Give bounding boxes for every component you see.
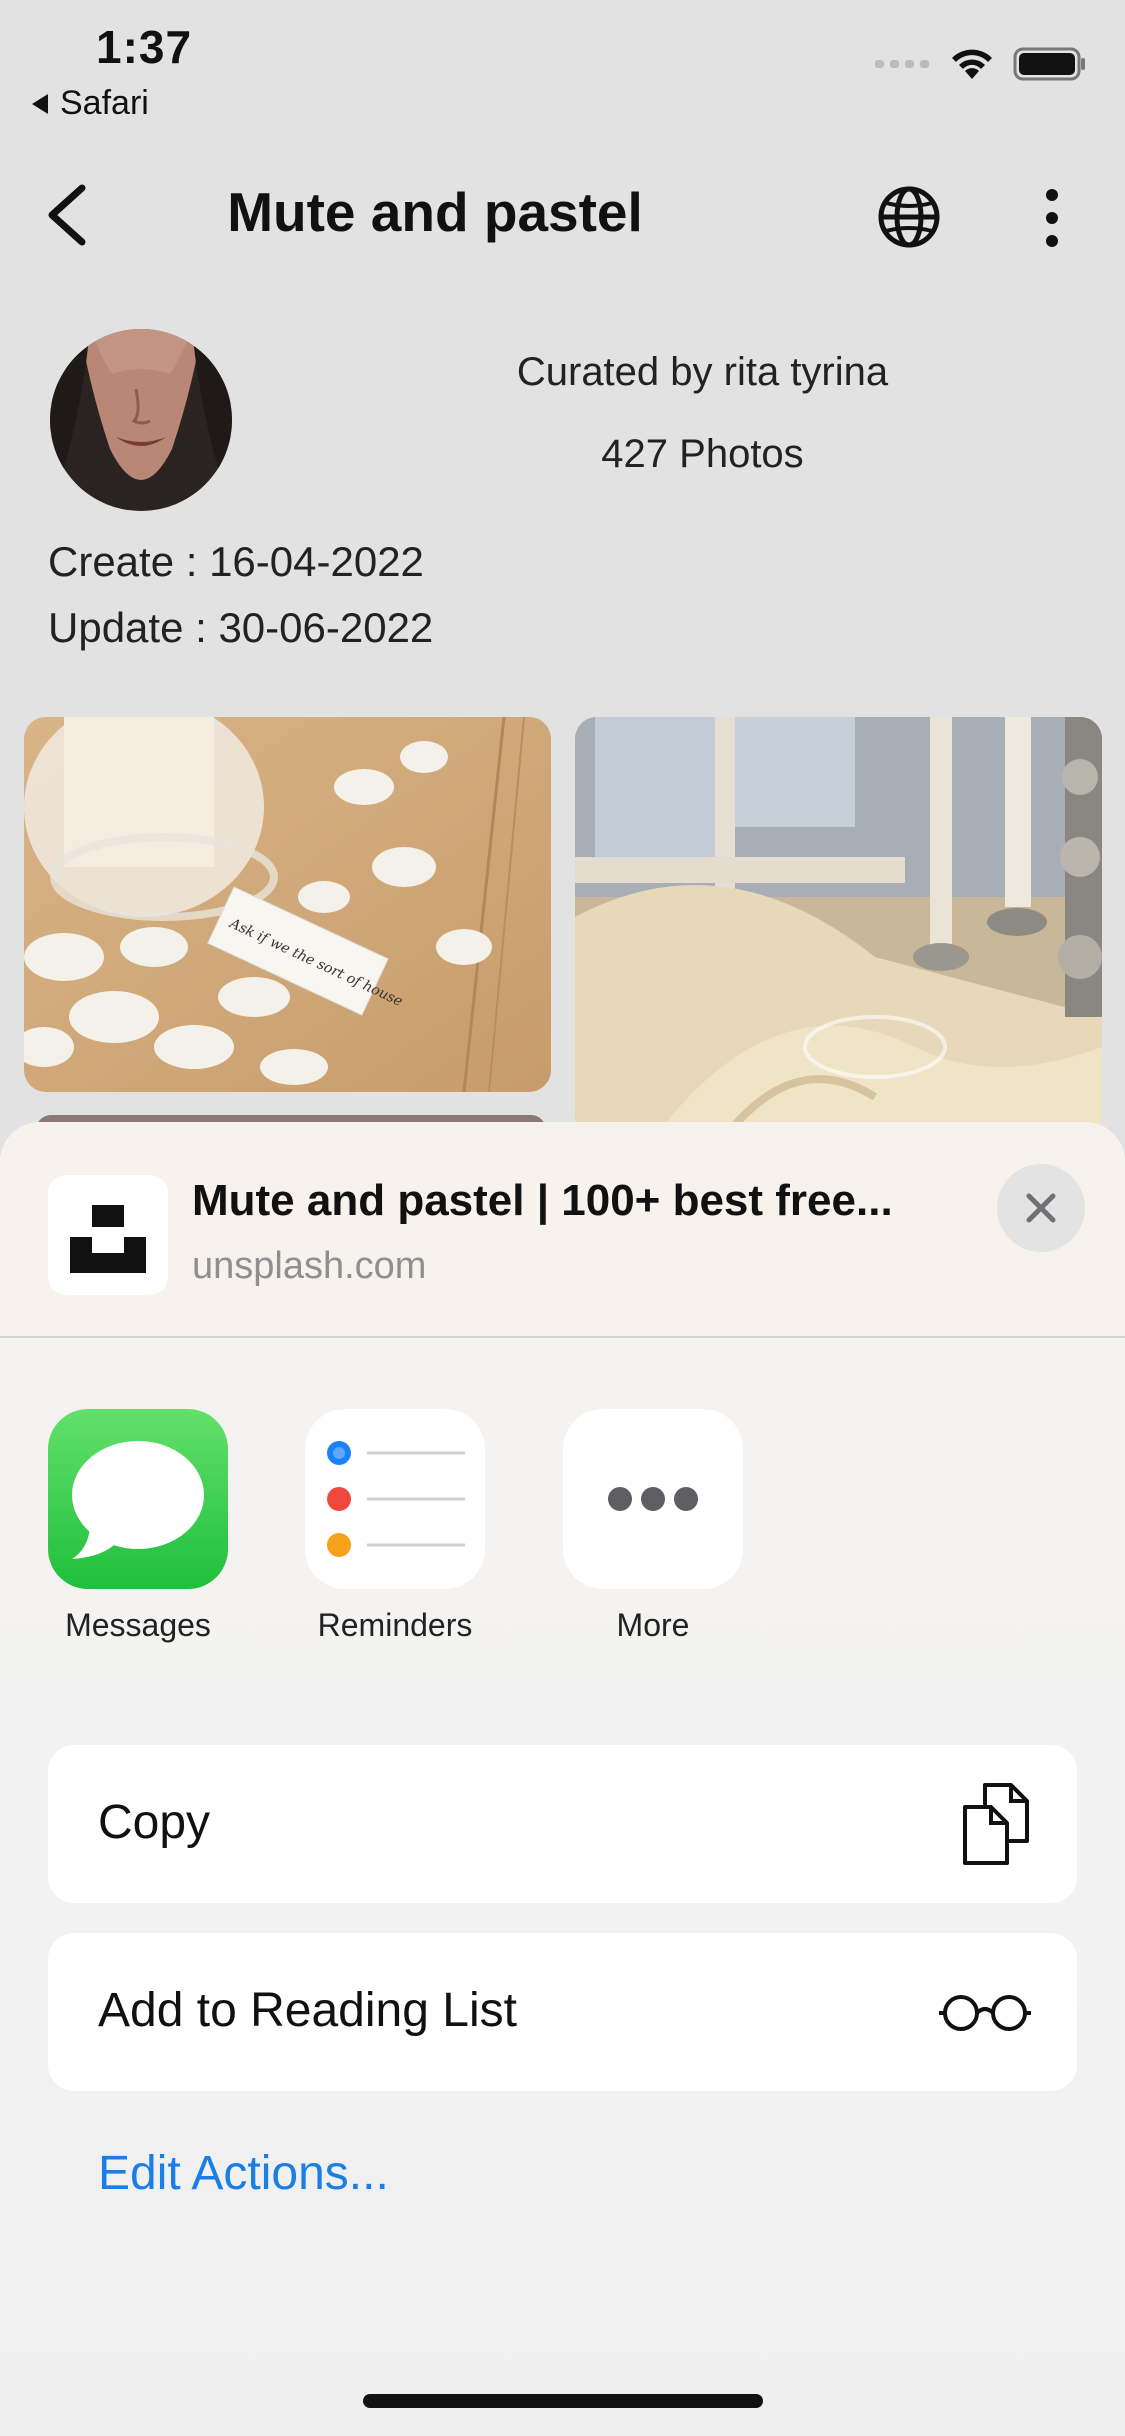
reading-list-label: Add to Reading List (98, 1984, 517, 2037)
status-icons (875, 46, 1087, 82)
close-button[interactable] (997, 1164, 1085, 1252)
edit-actions-link[interactable]: Edit Actions... (98, 2146, 389, 2201)
reminders-icon (327, 1441, 465, 1557)
photo-candelabra[interactable] (575, 717, 1102, 1137)
add-to-reading-list-action[interactable]: Add to Reading List (48, 1933, 1077, 2091)
divider (0, 1336, 1125, 1338)
wifi-icon (952, 49, 992, 79)
back-to-app-link[interactable]: Safari (30, 84, 149, 123)
avatar[interactable] (50, 329, 232, 511)
messages-label: Messages (65, 1607, 211, 1643)
more-label: More (616, 1607, 690, 1643)
page-title: Mute and pastel (227, 181, 643, 243)
more-vertical-icon[interactable] (1030, 185, 1074, 251)
battery-icon (1013, 47, 1085, 81)
cellular-icon (875, 60, 929, 68)
status-time: 1:37 (96, 21, 193, 73)
curator-label: Curated by rita tyrina (516, 350, 889, 394)
more-app-button[interactable] (563, 1409, 743, 1589)
copy-label: Copy (98, 1796, 211, 1849)
messages-app-button[interactable] (48, 1409, 228, 1589)
photo-count: 427 Photos (601, 432, 804, 476)
share-sheet-header (0, 1122, 1125, 1338)
reminders-app-button[interactable] (305, 1409, 485, 1589)
close-icon (1026, 1193, 1056, 1223)
back-app-label: Safari (60, 84, 149, 122)
update-date: Update : 30-06-2022 (48, 604, 434, 651)
home-indicator[interactable] (363, 2394, 763, 2408)
create-date: Create : 16-04-2022 (48, 538, 424, 585)
copy-action[interactable]: Copy (48, 1745, 1077, 1903)
reminders-label: Reminders (317, 1607, 473, 1643)
copy-icon (963, 1783, 1029, 1865)
messages-icon (72, 1441, 204, 1559)
unsplash-logo-icon (48, 1175, 168, 1295)
photo-petals-jar[interactable]: Ask if we the sort of house (24, 717, 551, 1092)
share-domain: unsplash.com (192, 1245, 427, 1287)
back-triangle-icon (32, 93, 48, 114)
more-horizontal-icon (608, 1487, 698, 1511)
avatar-portrait (50, 329, 232, 511)
globe-icon[interactable] (876, 184, 942, 250)
glasses-icon (939, 1995, 1031, 2031)
share-title: Mute and pastel | 100+ best free... (192, 1176, 893, 1225)
